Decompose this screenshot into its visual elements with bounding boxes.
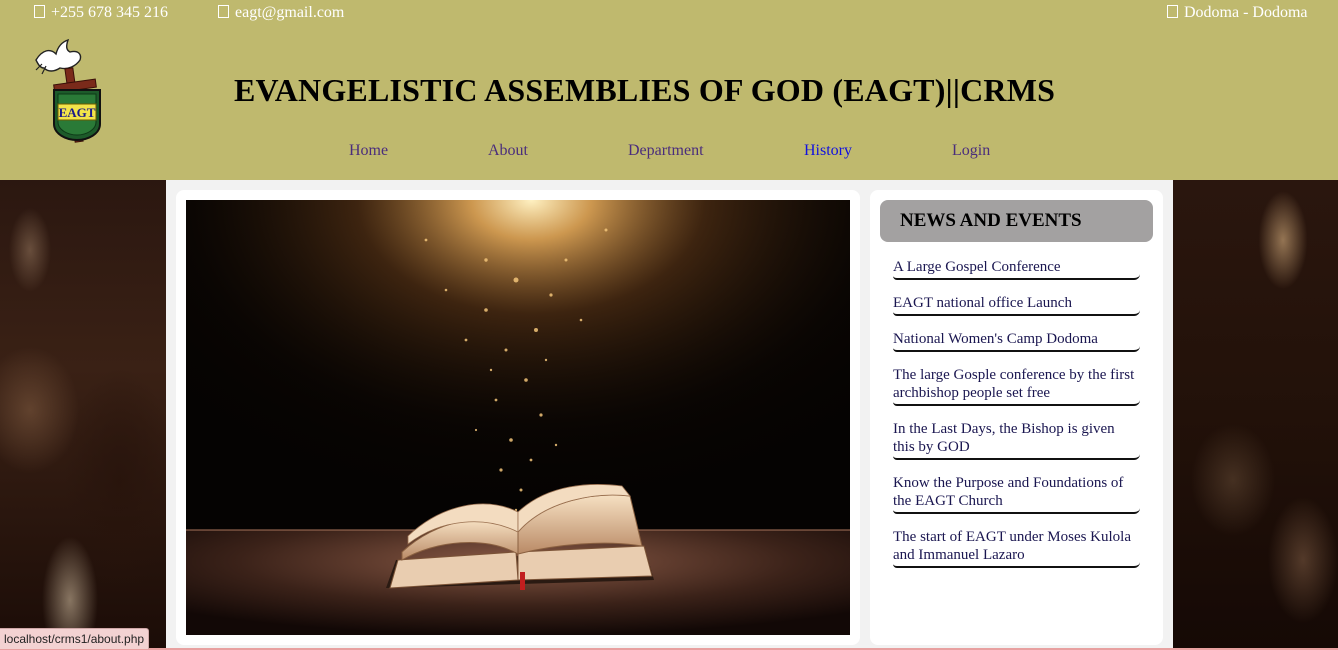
- news-item[interactable]: EAGT national office Launch: [893, 294, 1140, 316]
- nav-home[interactable]: Home: [349, 142, 388, 160]
- background-photo-right: [1173, 180, 1338, 650]
- site-title: EVANGELISTIC ASSEMBLIES OF GOD (EAGT)||C…: [234, 72, 1056, 108]
- email-contact: eagt@gmail.com: [218, 4, 344, 22]
- news-item[interactable]: The start of EAGT under Moses Kulola and…: [893, 528, 1140, 568]
- news-heading-bar: NEWS AND EVENTS: [880, 200, 1153, 242]
- site-header: +255 678 345 216 eagt@gmail.com Dodoma -…: [0, 0, 1338, 180]
- dove-icon: [35, 38, 82, 72]
- news-heading: NEWS AND EVENTS: [900, 210, 1082, 231]
- background-photo-left: [0, 180, 166, 650]
- open-bible-image: [186, 200, 850, 635]
- news-list: A Large Gospel Conference EAGT national …: [893, 258, 1140, 582]
- location-text: Dodoma - Dodoma: [1184, 4, 1308, 21]
- location-contact: Dodoma - Dodoma: [1167, 4, 1308, 22]
- envelope-icon: [218, 5, 229, 18]
- logo-text: EAGT: [59, 105, 96, 120]
- news-item[interactable]: The large Gosple conference by the first…: [893, 366, 1140, 406]
- news-and-events-panel: NEWS AND EVENTS A Large Gospel Conferenc…: [870, 190, 1163, 645]
- eagt-logo[interactable]: EAGT: [32, 38, 114, 144]
- news-item[interactable]: A Large Gospel Conference: [893, 258, 1140, 280]
- phone-contact: +255 678 345 216: [34, 4, 168, 22]
- nav-login[interactable]: Login: [952, 142, 990, 160]
- news-item[interactable]: Know the Purpose and Foundations of the …: [893, 474, 1140, 514]
- nav-history[interactable]: History: [804, 142, 852, 160]
- nav-about[interactable]: About: [488, 142, 528, 160]
- phone-icon: [34, 5, 45, 18]
- news-item[interactable]: National Women's Camp Dodoma: [893, 330, 1140, 352]
- email-address: eagt@gmail.com: [235, 4, 345, 21]
- nav-department[interactable]: Department: [628, 142, 704, 160]
- bible-illustration: [186, 200, 850, 635]
- map-marker-icon: [1167, 5, 1178, 18]
- browser-status-url: localhost/crms1/about.php: [0, 628, 150, 649]
- phone-number: +255 678 345 216: [51, 4, 169, 21]
- hero-card: [176, 190, 860, 645]
- news-item[interactable]: In the Last Days, the Bishop is given th…: [893, 420, 1140, 460]
